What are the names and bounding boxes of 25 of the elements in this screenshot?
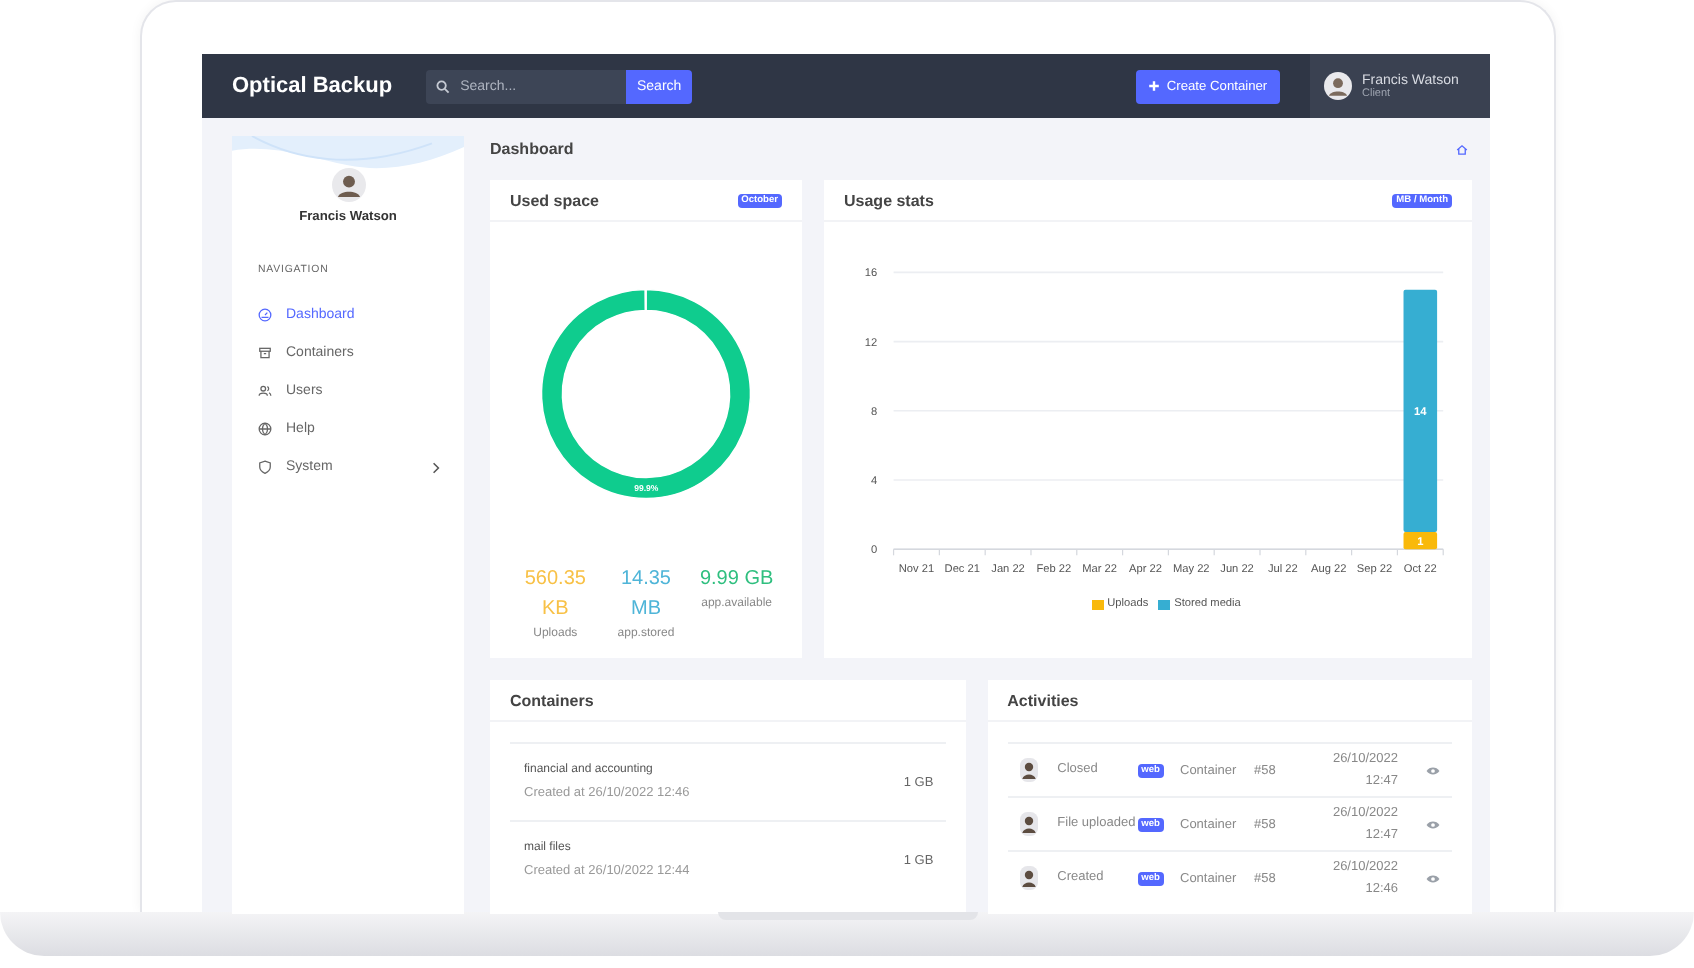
- globe-icon: [258, 422, 272, 436]
- avatar-icon: [331, 168, 365, 202]
- users-icon: [258, 384, 272, 398]
- card-title: Used space: [510, 191, 599, 209]
- plus-icon: [1148, 80, 1161, 92]
- stat-value: 14.35 MB: [618, 566, 673, 624]
- home-icon[interactable]: [1456, 143, 1468, 155]
- shield-icon: [258, 460, 272, 474]
- stat-value: 9.99 GB: [699, 566, 774, 594]
- stat-value: 560.35 KB: [522, 566, 588, 624]
- page-title: Dashboard: [490, 140, 574, 158]
- eye-icon[interactable]: [1426, 765, 1440, 775]
- card-title: Activities: [1007, 691, 1079, 709]
- avatar-icon: [1324, 72, 1352, 100]
- avatar-icon: [1019, 758, 1038, 782]
- eye-icon[interactable]: [1426, 873, 1440, 883]
- eye-icon[interactable]: [1426, 819, 1440, 829]
- card-title: Containers: [510, 691, 594, 709]
- avatar-icon: [1019, 812, 1038, 836]
- app-title: Optical Backup: [232, 74, 393, 98]
- gauge-icon: [258, 308, 272, 322]
- card-title: Usage stats: [844, 191, 934, 209]
- avatar-icon: [1019, 866, 1038, 890]
- search-icon: [436, 79, 451, 93]
- box-icon: [258, 346, 272, 360]
